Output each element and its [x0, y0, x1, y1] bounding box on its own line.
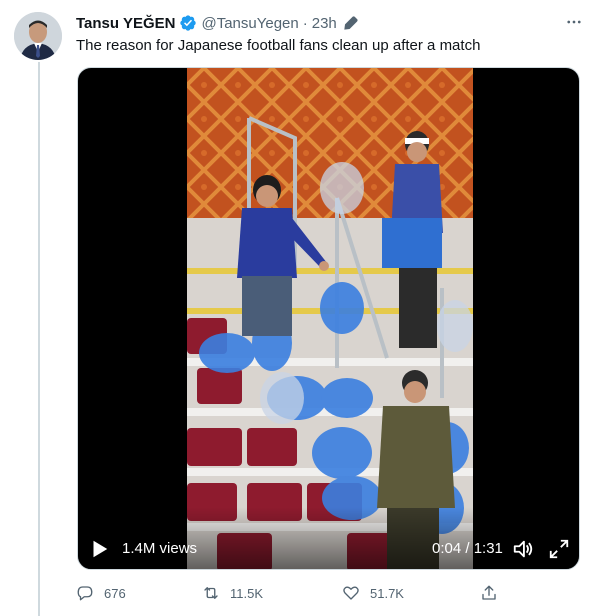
volume-icon[interactable] [512, 538, 534, 560]
reply-count: 676 [104, 585, 126, 601]
author-name[interactable]: Tansu YEĞEN [76, 15, 175, 32]
separator-dot: · [302, 14, 308, 32]
retweet-button[interactable]: 11.5K [202, 584, 263, 602]
timestamp[interactable]: 23h [312, 15, 337, 32]
thread-line [38, 62, 40, 616]
reply-button[interactable]: 676 [76, 584, 126, 602]
like-button[interactable]: 51.7K [342, 584, 404, 602]
fullscreen-icon[interactable] [548, 538, 570, 560]
like-icon [343, 586, 359, 600]
share-icon [482, 585, 496, 600]
avatar-image [14, 12, 62, 60]
play-icon[interactable] [88, 538, 110, 560]
video-controls [78, 507, 579, 569]
like-count: 51.7K [370, 585, 404, 601]
retweet-count: 11.5K [230, 585, 264, 601]
tweet-actions: 676 11.5K 51.7K [76, 584, 516, 606]
retweet-icon [204, 587, 218, 599]
edit-icon[interactable] [343, 15, 359, 31]
share-button[interactable] [480, 584, 508, 602]
tweet-header: Tansu YEĞEN @TansuYegen · 23h [76, 12, 584, 34]
video-player[interactable]: 1.4M views 0:04 / 1:31 [77, 67, 580, 570]
video-timecode: 0:04 / 1:31 [432, 540, 503, 557]
author-handle[interactable]: @TansuYegen [201, 15, 298, 32]
reply-icon [77, 586, 93, 601]
tweet-text: The reason for Japanese football fans cl… [76, 37, 481, 54]
video-still [187, 68, 473, 569]
view-count: 1.4M views [122, 540, 198, 557]
video-frame [187, 68, 473, 569]
verified-icon [179, 14, 197, 32]
more-icon[interactable] [562, 10, 586, 34]
avatar[interactable] [14, 12, 62, 60]
